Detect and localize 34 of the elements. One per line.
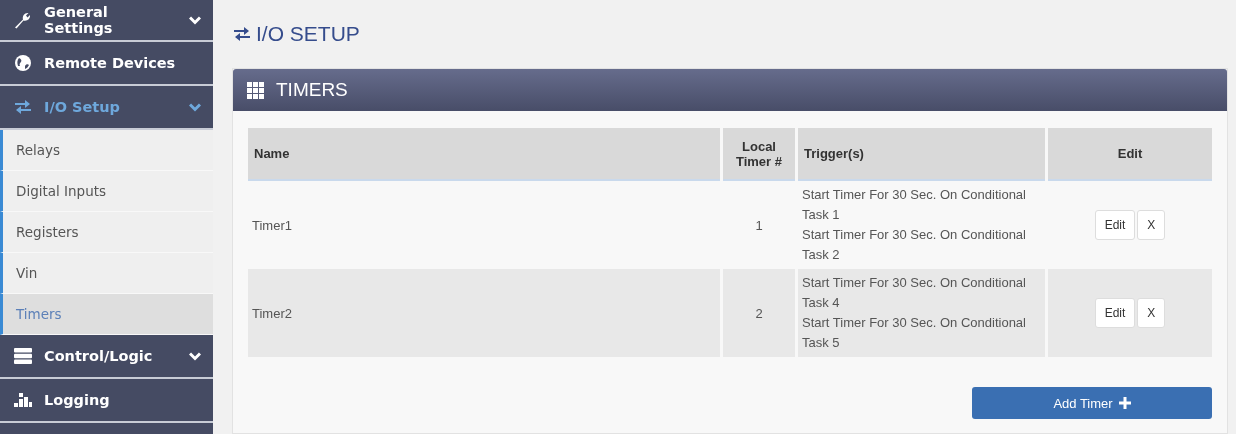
plus-icon (1118, 397, 1131, 409)
grid-icon (247, 81, 264, 99)
delete-button[interactable]: X (1137, 210, 1166, 240)
edit-button[interactable]: Edit (1094, 210, 1136, 240)
bar-chart-icon (13, 392, 33, 408)
sidebar-item[interactable]: Relays (0, 130, 213, 171)
sidebar-item[interactable]: Registers (0, 212, 213, 253)
sidebar-item[interactable]: Digital Inputs (0, 171, 213, 212)
trigger-text: Start Timer For 30 Sec. On Conditional Task 4 (802, 274, 1027, 312)
table-cell-text: Timer1 (251, 216, 293, 235)
trigger-text: Start Timer For 30 Sec. On Conditional Task 5 (802, 314, 1027, 352)
globe-icon (14, 54, 32, 72)
trigger-text: Start Timer For 30 Sec. On Conditional Task 2 (802, 226, 1027, 264)
page-title: I/O SETUP (256, 22, 360, 46)
server-icon (13, 347, 33, 365)
table-cell: 2 (723, 269, 795, 357)
arrows-icon (13, 100, 33, 114)
sidebar-item[interactable]: Vin (0, 253, 213, 294)
trigger-text: Start Timer For 30 Sec. On Conditional Task 1 (802, 186, 1027, 224)
delete-button[interactable]: X (1137, 298, 1166, 328)
table-cell-text: 1 (754, 216, 764, 235)
arrows-icon (232, 27, 252, 41)
edit-button[interactable]: Edit (1094, 298, 1136, 328)
chevron-icon (189, 102, 201, 112)
panel-title: TIMERS (276, 79, 348, 101)
column-header: Trigger(s) (798, 128, 1045, 181)
column-header: Name (248, 128, 720, 181)
table-cell: Timer2 (248, 269, 720, 357)
column-header: Local Timer # (723, 128, 795, 181)
chevron-icon (189, 351, 201, 361)
add-timer-button[interactable]: Add Timer (972, 387, 1212, 419)
chevron-icon (189, 15, 201, 25)
wrench-icon (13, 10, 33, 30)
column-header: Edit (1048, 128, 1212, 181)
